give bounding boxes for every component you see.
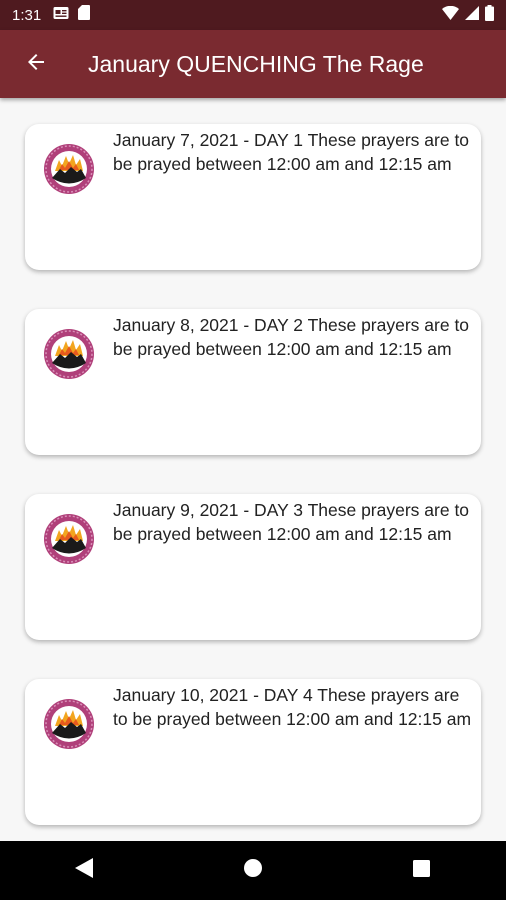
prayer-card[interactable]: January 9, 2021 - DAY 3 These prayers ar… (25, 494, 481, 640)
wifi-icon (442, 5, 459, 25)
nav-back-button[interactable] (54, 841, 114, 900)
prayer-card[interactable]: January 8, 2021 - DAY 2 These prayers ar… (25, 309, 481, 455)
page-title: January QUENCHING The Rage (88, 50, 424, 77)
church-logo-icon (43, 513, 95, 565)
status-bar: 1:31 (0, 0, 506, 30)
system-nav-bar (0, 841, 506, 900)
home-circle-icon (243, 859, 262, 882)
cell-signal-icon (465, 5, 479, 25)
status-time: 1:31 (12, 6, 42, 24)
battery-icon (485, 4, 494, 26)
news-notification-icon (53, 6, 69, 25)
prayer-card-text: January 8, 2021 - DAY 2 These prayers ar… (113, 315, 470, 359)
arrow-left-icon (24, 50, 48, 79)
prayer-card-text: January 10, 2021 - DAY 4 These prayers a… (113, 685, 472, 729)
church-logo-icon (43, 143, 95, 195)
church-logo-icon (43, 698, 95, 750)
recents-square-icon (413, 859, 431, 882)
prayer-card[interactable]: January 7, 2021 - DAY 1 These prayers ar… (25, 124, 481, 270)
status-system-icons (442, 0, 494, 30)
app-bar: January QUENCHING The Rage (0, 30, 506, 98)
prayer-list: January 7, 2021 - DAY 1 These prayers ar… (0, 98, 506, 841)
nav-recents-button[interactable] (392, 841, 452, 900)
back-triangle-icon (75, 858, 94, 883)
prayer-card[interactable]: January 10, 2021 - DAY 4 These prayers a… (25, 679, 481, 825)
back-button[interactable] (18, 46, 54, 82)
nav-home-button[interactable] (223, 841, 283, 900)
status-notification-icons (53, 5, 91, 25)
prayer-card-text: January 7, 2021 - DAY 1 These prayers ar… (113, 130, 470, 174)
sd-card-icon (78, 5, 91, 25)
prayer-card-text: January 9, 2021 - DAY 3 These prayers ar… (113, 500, 470, 544)
church-logo-icon (43, 328, 95, 380)
